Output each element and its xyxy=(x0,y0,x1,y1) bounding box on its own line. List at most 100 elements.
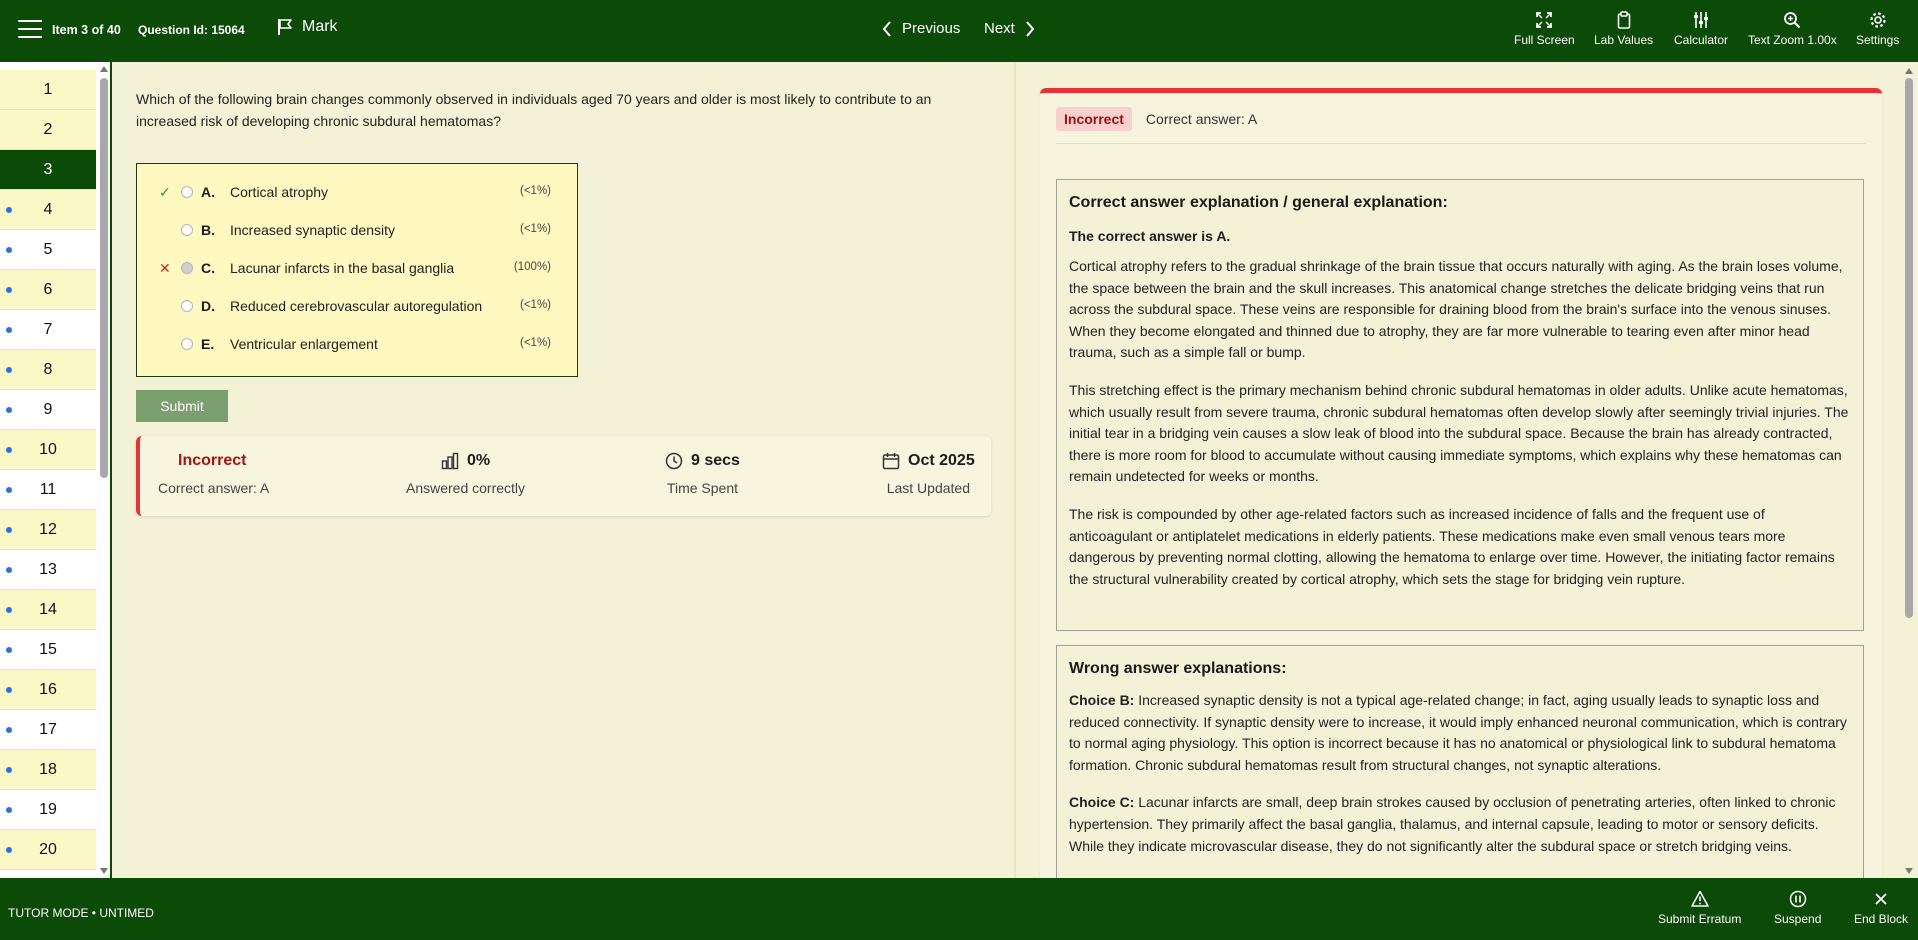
choice-e-letter: E. xyxy=(201,336,215,352)
question-item-4[interactable]: 4 xyxy=(0,190,96,230)
choice-a[interactable]: ✓ A. Cortical atrophy (<1%) xyxy=(137,180,577,204)
choice-c-letter: C. xyxy=(201,260,215,276)
explanation-paragraph: The risk is compounded by other age-rela… xyxy=(1069,505,1835,587)
result-label: Incorrect xyxy=(178,452,247,469)
suspend-button[interactable]: Suspend xyxy=(1774,890,1821,926)
clipboard-icon xyxy=(1617,11,1630,29)
question-item-3[interactable]: 3 xyxy=(0,150,96,190)
general-explanation-title: Correct answer explanation / general exp… xyxy=(1069,194,1448,211)
question-item-17[interactable]: 17 xyxy=(0,710,96,750)
full-screen-button[interactable]: Full Screen xyxy=(1514,11,1575,47)
wrong-answer-box: Wrong answer explanations: Choice B: Inc… xyxy=(1056,645,1864,878)
choice-d[interactable]: D. Reduced cerebrovascular autoregulatio… xyxy=(137,294,577,318)
unanswered-dot xyxy=(6,767,12,773)
mode-indicator: TUTOR MODE • UNTIMED xyxy=(8,906,154,920)
suspend-label: Suspend xyxy=(1774,912,1822,926)
calendar-icon xyxy=(882,453,900,470)
question-item-6[interactable]: 6 xyxy=(0,270,96,310)
wrong-choice-b-text: Increased synaptic density is not a typi… xyxy=(1069,692,1847,773)
choice-a-percent: (<1%) xyxy=(520,185,551,197)
calculator-button[interactable]: Calculator xyxy=(1674,11,1728,47)
question-item-12[interactable]: 12 xyxy=(0,510,96,550)
choice-e-text: Ventricular enlargement xyxy=(230,336,378,352)
navigator-scrollbar[interactable] xyxy=(98,64,110,876)
choice-e[interactable]: E. Ventricular enlargement (<1%) xyxy=(137,332,577,356)
result-stats-card: Incorrect Correct answer: A 0% Answered … xyxy=(136,436,991,516)
question-item-7[interactable]: 7 xyxy=(0,310,96,350)
mark-label: Mark xyxy=(302,18,338,35)
question-pane: Which of the following brain changes com… xyxy=(112,62,1014,878)
result-correct-answer: Correct answer: A xyxy=(158,480,270,496)
scroll-thumb[interactable] xyxy=(100,78,108,478)
choice-c-radio[interactable] xyxy=(181,262,193,274)
question-item-16[interactable]: 16 xyxy=(0,670,96,710)
previous-label: Previous xyxy=(902,20,961,37)
next-button[interactable]: Next xyxy=(984,20,1035,37)
choice-d-text: Reduced cerebrovascular autoregulation xyxy=(230,298,483,314)
settings-label: Settings xyxy=(1856,33,1900,47)
end-block-button[interactable]: End Block xyxy=(1854,890,1908,926)
previous-button[interactable]: Previous xyxy=(882,20,960,37)
question-item-13[interactable]: 13 xyxy=(0,550,96,590)
explanation-scrollbar[interactable] xyxy=(1902,62,1916,878)
result-stat: Incorrect Correct answer: A xyxy=(158,452,269,496)
settings-button[interactable]: Settings xyxy=(1856,11,1899,47)
scroll-down-icon[interactable] xyxy=(1905,868,1913,874)
question-item-11[interactable]: 11 xyxy=(0,470,96,510)
choice-d-radio[interactable] xyxy=(181,300,193,312)
choice-e-radio[interactable] xyxy=(181,338,193,350)
choice-e-percent: (<1%) xyxy=(520,337,551,349)
unanswered-dot xyxy=(6,367,12,373)
x-icon: ✕ xyxy=(159,260,171,276)
question-item-20[interactable]: 20 xyxy=(0,830,96,870)
question-item-19[interactable]: 19 xyxy=(0,790,96,830)
unanswered-dot xyxy=(6,527,12,533)
general-explanation-box: Correct answer explanation / general exp… xyxy=(1056,179,1864,631)
submit-erratum-button[interactable]: Submit Erratum xyxy=(1658,890,1741,926)
scroll-up-icon[interactable] xyxy=(100,66,108,72)
scroll-down-icon[interactable] xyxy=(100,868,108,874)
choice-b[interactable]: B. Increased synaptic density (<1%) xyxy=(137,218,577,242)
choice-b-percent: (<1%) xyxy=(520,223,551,235)
text-zoom-button[interactable]: Text Zoom 1.00x xyxy=(1748,11,1837,47)
question-list: 1 2 3 4 5 6 7 8 9 10 11 12 13 14 15 16 1… xyxy=(0,70,96,870)
chevron-left-icon xyxy=(882,20,891,37)
menu-icon[interactable] xyxy=(18,20,42,40)
question-navigator: 1 2 3 4 5 6 7 8 9 10 11 12 13 14 15 16 1… xyxy=(0,62,112,878)
unanswered-dot xyxy=(6,287,12,293)
submit-button[interactable]: Submit xyxy=(136,390,228,422)
unanswered-dot xyxy=(6,247,12,253)
unanswered-dot xyxy=(6,447,12,453)
choice-a-text: Cortical atrophy xyxy=(230,184,329,200)
question-item-8[interactable]: 8 xyxy=(0,350,96,390)
question-item-15[interactable]: 15 xyxy=(0,630,96,670)
wrong-choice-b-label: Choice B: xyxy=(1069,692,1135,708)
choice-b-radio[interactable] xyxy=(181,224,193,236)
choice-d-letter: D. xyxy=(201,298,215,314)
lab-values-button[interactable]: Lab Values xyxy=(1594,11,1653,47)
choice-a-radio[interactable] xyxy=(181,186,193,198)
choice-c[interactable]: ✕ C. Lacunar infarcts in the basal gangl… xyxy=(137,256,577,280)
question-item-5[interactable]: 5 xyxy=(0,230,96,270)
unanswered-dot xyxy=(6,327,12,333)
mark-button[interactable]: Mark xyxy=(276,18,338,36)
lab-values-label: Lab Values xyxy=(1594,33,1654,47)
calculator-label: Calculator xyxy=(1674,33,1729,47)
question-item-10[interactable]: 10 xyxy=(0,430,96,470)
question-item-14[interactable]: 14 xyxy=(0,590,96,630)
answered-stat: 0% Answered correctly xyxy=(406,452,525,496)
header-divider xyxy=(1056,143,1866,144)
scroll-up-icon[interactable] xyxy=(1905,68,1913,74)
scroll-thumb[interactable] xyxy=(1905,78,1913,618)
explanation-card: Incorrect Correct answer: A Correct answ… xyxy=(1040,88,1882,878)
question-item-1[interactable]: 1 xyxy=(0,70,96,110)
question-item-9[interactable]: 9 xyxy=(0,390,96,430)
bottom-bar: TUTOR MODE • UNTIMED Submit Erratum Susp… xyxy=(0,878,1918,940)
explanation-pane: Incorrect Correct answer: A Correct answ… xyxy=(1016,62,1902,878)
question-item-2[interactable]: 2 xyxy=(0,110,96,150)
unanswered-dot xyxy=(6,607,12,613)
question-item-18[interactable]: 18 xyxy=(0,750,96,790)
incorrect-badge: Incorrect xyxy=(1056,107,1132,131)
date-label: Last Updated xyxy=(886,480,970,496)
bar-chart-icon xyxy=(441,452,459,470)
